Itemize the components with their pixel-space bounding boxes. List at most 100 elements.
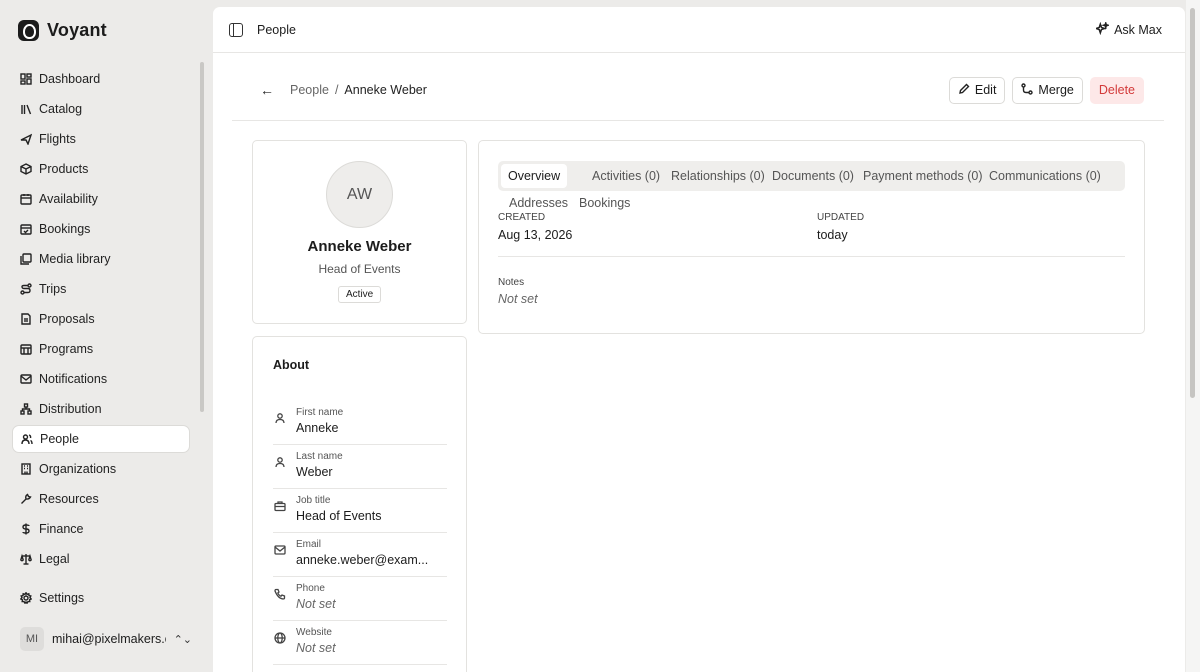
sidebar-item-notifications[interactable]: Notifications bbox=[12, 365, 190, 393]
brand-name: Voyant bbox=[47, 20, 107, 40]
sidebar-item-label: Programs bbox=[39, 342, 94, 356]
sidebar-item-finance[interactable]: Finance bbox=[12, 515, 190, 543]
sidebar-item-label: Bookings bbox=[39, 222, 91, 236]
sidebar-item-label: Distribution bbox=[39, 402, 102, 416]
delete-button[interactable]: Delete bbox=[1089, 76, 1144, 104]
tab-relationships[interactable]: Relationships (0) bbox=[664, 164, 772, 188]
field-label: Email bbox=[296, 539, 322, 550]
merge-button[interactable]: Merge bbox=[1012, 76, 1083, 104]
main-panel: People Ask Max ← People / Anneke Weber E… bbox=[213, 7, 1185, 672]
sidebar-scrollbar[interactable] bbox=[200, 62, 204, 412]
field-value: Weber bbox=[296, 465, 333, 479]
dollar-icon bbox=[20, 523, 32, 535]
sidebar-item-programs[interactable]: Programs bbox=[12, 335, 190, 363]
tab-bookings[interactable]: Bookings bbox=[572, 191, 637, 215]
sidebar-item-label: Dashboard bbox=[39, 72, 101, 86]
sidebar-item-trips[interactable]: Trips bbox=[12, 275, 190, 303]
breadcrumb: ← People / Anneke Weber Edit Merge Delet… bbox=[232, 60, 1164, 121]
field-value: Anneke bbox=[296, 421, 339, 435]
edit-button[interactable]: Edit bbox=[948, 76, 1006, 104]
field-value[interactable]: anneke.weber@exam... bbox=[296, 553, 446, 567]
user-email: mihai@pixelmakers.c... bbox=[52, 632, 166, 646]
dashboard-icon bbox=[20, 73, 32, 85]
sidebar-item-catalog[interactable]: Catalog bbox=[12, 95, 190, 123]
sidebar-item-label: Catalog bbox=[39, 102, 83, 116]
sidebar-item-people[interactable]: People bbox=[12, 425, 190, 453]
calendar-grid-icon bbox=[20, 343, 32, 355]
tab-communications[interactable]: Communications (0) bbox=[982, 164, 1108, 188]
file-icon bbox=[20, 313, 32, 325]
building-icon bbox=[20, 463, 32, 475]
field-last-name: Last name Weber bbox=[273, 445, 447, 489]
field-label: Phone bbox=[296, 583, 325, 594]
sidebar-item-media-library[interactable]: Media library bbox=[12, 245, 190, 273]
created-value: Aug 13, 2026 bbox=[498, 228, 573, 242]
avatar: MI bbox=[20, 627, 44, 651]
sidebar-item-label: Proposals bbox=[39, 312, 95, 326]
sidebar-item-label: Settings bbox=[39, 591, 85, 605]
sidebar-item-legal[interactable]: Legal bbox=[12, 545, 190, 573]
sidebar-item-products[interactable]: Products bbox=[12, 155, 190, 183]
field-label: Last name bbox=[296, 451, 343, 462]
profile-role: Head of Events bbox=[318, 262, 401, 276]
sidebar-item-label: Flights bbox=[39, 132, 76, 146]
sidebar-item-flights[interactable]: Flights bbox=[12, 125, 190, 153]
tab-activities[interactable]: Activities (0) bbox=[585, 164, 667, 188]
back-arrow-icon[interactable]: ← bbox=[260, 82, 274, 98]
field-label: First name bbox=[296, 407, 344, 418]
sidebar-item-bookings[interactable]: Bookings bbox=[12, 215, 190, 243]
wrench-icon bbox=[20, 493, 32, 505]
tab-documents[interactable]: Documents (0) bbox=[765, 164, 861, 188]
field-value: Not set bbox=[296, 641, 336, 655]
field-label: Website bbox=[296, 627, 332, 638]
topbar: People Ask Max bbox=[213, 7, 1185, 53]
sidebar-item-organizations[interactable]: Organizations bbox=[12, 455, 190, 483]
network-icon bbox=[20, 403, 32, 415]
page-scrollbar-thumb[interactable] bbox=[1190, 8, 1195, 398]
sidebar-item-settings[interactable]: Settings bbox=[12, 584, 190, 612]
globe-icon bbox=[274, 631, 286, 644]
status-badge: Active bbox=[338, 286, 382, 303]
users-icon bbox=[21, 433, 33, 445]
brand[interactable]: Voyant bbox=[18, 20, 107, 41]
scale-icon bbox=[20, 553, 32, 565]
profile-card: AW Anneke Weber Head of Events Active bbox=[252, 140, 467, 324]
merge-button-label: Merge bbox=[1038, 83, 1074, 97]
tab-payment-methods[interactable]: Payment methods (0) bbox=[856, 164, 990, 188]
calendar-check-icon bbox=[20, 223, 32, 235]
record-actions: Edit Merge Delete bbox=[948, 76, 1144, 104]
field-job-title: Job title Head of Events bbox=[273, 489, 447, 533]
breadcrumb-parent[interactable]: People bbox=[290, 83, 329, 97]
pencil-icon bbox=[958, 83, 970, 98]
sidebar-item-label: Organizations bbox=[39, 462, 117, 476]
field-website: Website Not set bbox=[273, 621, 447, 665]
field-email: Email anneke.weber@exam... bbox=[273, 533, 447, 577]
tab-overview[interactable]: Overview bbox=[501, 164, 568, 188]
sidebar-item-label: Products bbox=[39, 162, 89, 176]
sidebar-item-label: Resources bbox=[39, 492, 99, 506]
sidebar: Voyant Dashboard Catalog Flights Product… bbox=[0, 0, 212, 672]
plane-icon bbox=[20, 133, 32, 145]
sidebar-item-resources[interactable]: Resources bbox=[12, 485, 190, 513]
tab-bar: Overview Activities (0) Relationships (0… bbox=[498, 161, 1125, 191]
sidebar-item-distribution[interactable]: Distribution bbox=[12, 395, 190, 423]
sidebar-item-availability[interactable]: Availability bbox=[12, 185, 190, 213]
sidebar-item-proposals[interactable]: Proposals bbox=[12, 305, 190, 333]
sidebar-item-dashboard[interactable]: Dashboard bbox=[12, 65, 190, 93]
notes-label: Notes bbox=[498, 277, 525, 288]
user-icon bbox=[274, 411, 286, 424]
user-icon bbox=[274, 455, 286, 468]
ask-max-button[interactable]: Ask Max bbox=[1093, 20, 1162, 38]
page-scrollbar[interactable] bbox=[1186, 0, 1200, 672]
breadcrumb-separator: / bbox=[334, 83, 339, 97]
page-title: People bbox=[257, 22, 296, 37]
gear-icon bbox=[20, 592, 32, 604]
overview-card: Overview Activities (0) Relationships (0… bbox=[478, 140, 1145, 334]
sidebar-item-label: Media library bbox=[39, 252, 111, 266]
user-menu[interactable]: MI mihai@pixelmakers.c... ⌃⌄ bbox=[20, 627, 192, 651]
sidebar-toggle-icon[interactable] bbox=[229, 22, 243, 37]
phone-icon bbox=[274, 587, 286, 600]
sidebar-item-label: Trips bbox=[39, 282, 67, 296]
field-label: Job title bbox=[296, 495, 331, 506]
sparkle-icon bbox=[1093, 20, 1111, 38]
